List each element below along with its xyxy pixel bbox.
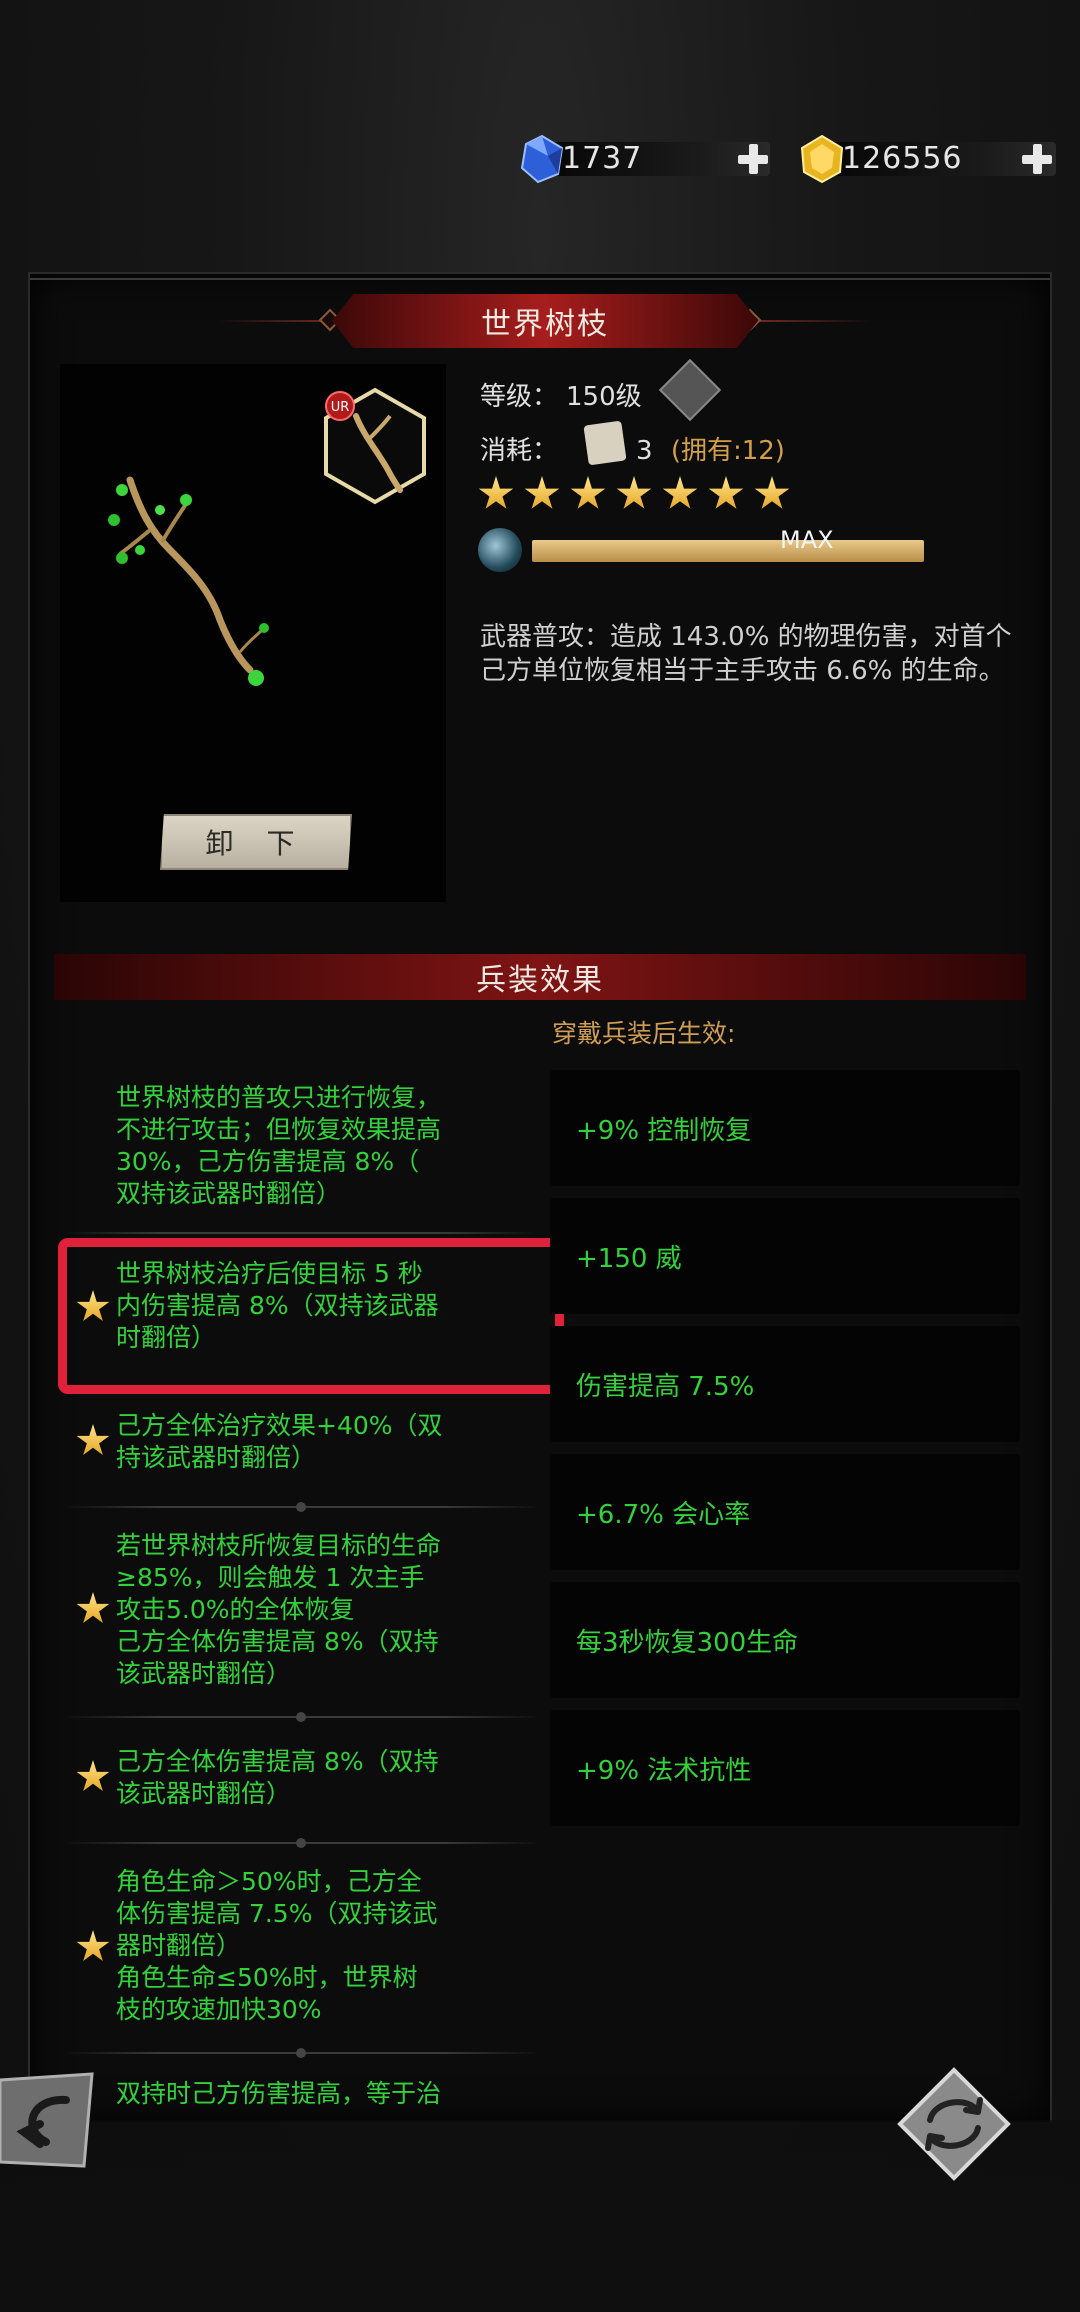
star-icon [708, 476, 744, 509]
effect-line: 双持该武器时翻倍） [116, 1179, 342, 1208]
effect-line: ≥85%，则会触发 1 次主手 [116, 1563, 425, 1592]
stat-box: 每3秒恢复300生命 [550, 1582, 1020, 1698]
divider-ornament [296, 1712, 306, 1722]
effect-item: 己方全体治疗效果+40%（双 持该武器时翻倍） [116, 1410, 536, 1474]
effect-line: 器时翻倍） [116, 1931, 242, 1960]
divider-ornament [296, 1838, 306, 1848]
star-icon [616, 476, 652, 509]
effect-line: 持该武器时翻倍） [116, 1443, 317, 1472]
effect-line: 角色生命＞50%时，己方全 [116, 1867, 422, 1896]
effect-line: 枝的攻速加快30% [116, 1995, 322, 2024]
cost-owned: (拥有:12) [670, 436, 785, 466]
effect-line: 己方全体治疗效果+40%（双 [116, 1411, 443, 1440]
item-title: 世界树枝 [481, 307, 609, 342]
effect-line: 不进行攻击；但恢复效果提高 [116, 1115, 442, 1144]
divider-ornament [296, 2048, 306, 2058]
effect-item: 若世界树枝所恢复目标的生命 ≥85%，则会触发 1 次主手 攻击5.0%的全体恢… [116, 1530, 536, 1690]
star-icon [570, 476, 606, 509]
add-gems-button[interactable] [736, 142, 770, 176]
star-rating [478, 476, 790, 512]
gold-currency: 126556 [798, 134, 1060, 184]
effect-line: 30%，己方伤害提高 8%（ [116, 1147, 420, 1176]
gem-count: 1737 [562, 140, 643, 176]
effect-item: 角色生命＞50%时，己方全 体伤害提高 7.5%（双持该武 器时翻倍） 角色生命… [116, 1866, 536, 2026]
weapon-attack-description: 武器普攻：造成 143.0% 的物理伤害，对首个己方单位恢复相当于主手攻击 6.… [480, 622, 1012, 686]
experience-max-label: MAX [780, 526, 834, 554]
highlight-box [58, 1238, 564, 1394]
level-label: 等级： [480, 382, 559, 412]
stat-box: +150 威 [550, 1198, 1020, 1314]
stat-box: +9% 法术抗性 [550, 1710, 1020, 1826]
stat-box: +9% 控制恢复 [550, 1070, 1020, 1186]
gold-gem-icon [800, 134, 844, 184]
gem-currency: 1737 [518, 134, 776, 184]
gold-count: 126556 [842, 140, 963, 176]
effect-line: 角色生命≤50%时，世界树 [116, 1963, 418, 1992]
star-icon [754, 476, 790, 509]
star-icon [478, 476, 514, 509]
title-line-right [760, 320, 874, 322]
cost-label: 消耗： [480, 436, 559, 466]
effects-header: 兵装效果 [476, 963, 604, 998]
effect-line: 双持时己方伤害提高，等于治 [116, 2079, 442, 2108]
item-icon-frame: UR [324, 387, 426, 505]
item-title-banner: 世界树枝 [332, 294, 758, 348]
experience-bar [532, 540, 924, 562]
star-icon [524, 476, 560, 509]
effect-line: 世界树枝的普攻只进行恢复， [116, 1083, 442, 1112]
effect-line: 己方全体伤害提高 8%（双持 [116, 1747, 439, 1776]
experience-icon [478, 528, 522, 572]
star-icon [662, 476, 698, 509]
effect-divider [64, 1232, 540, 1234]
cost-count: 3 [636, 436, 653, 466]
effect-line: 该武器时翻倍） [116, 1659, 292, 1688]
cost-values: 3 (拥有:12) [636, 430, 785, 467]
stat-box: 伤害提高 7.5% [550, 1326, 1020, 1442]
effects-header-banner: 兵装效果 [54, 954, 1026, 1000]
title-line-left [216, 320, 330, 322]
blue-gem-icon [520, 134, 564, 184]
add-gold-button[interactable] [1020, 142, 1054, 176]
effect-item: 双持时己方伤害提高，等于治 [116, 2078, 536, 2110]
effect-item: 己方全体伤害提高 8%（双持 该武器时翻倍） [116, 1746, 536, 1810]
divider-ornament [296, 1502, 306, 1512]
effect-line: 体伤害提高 7.5%（双持该武 [116, 1899, 438, 1928]
level-value: 150级 [566, 382, 642, 412]
wear-note: 穿戴兵装后生效: [552, 1019, 736, 1048]
ur-badge: UR [331, 400, 350, 415]
cost-row: 消耗： [480, 430, 558, 467]
unload-button[interactable]: 卸 下 [160, 814, 352, 870]
effect-line: 该武器时翻倍） [116, 1779, 292, 1808]
panel-top-border [30, 278, 1050, 280]
swap-button[interactable] [896, 2066, 1012, 2182]
effect-line: 攻击5.0%的全体恢复 [116, 1595, 355, 1624]
world-tree-branch-image [108, 476, 269, 686]
effect-item: 世界树枝的普攻只进行恢复， 不进行攻击；但恢复效果提高 30%，己方伤害提高 8… [116, 1082, 536, 1210]
level-row: 等级： 150级 [480, 376, 642, 413]
back-button[interactable] [0, 2070, 96, 2170]
effect-line: 己方全体伤害提高 8%（双持 [116, 1627, 439, 1656]
material-scroll-icon [583, 420, 627, 466]
stat-box: +6.7% 会心率 [550, 1454, 1020, 1570]
effect-line: 若世界树枝所恢复目标的生命 [116, 1531, 442, 1560]
